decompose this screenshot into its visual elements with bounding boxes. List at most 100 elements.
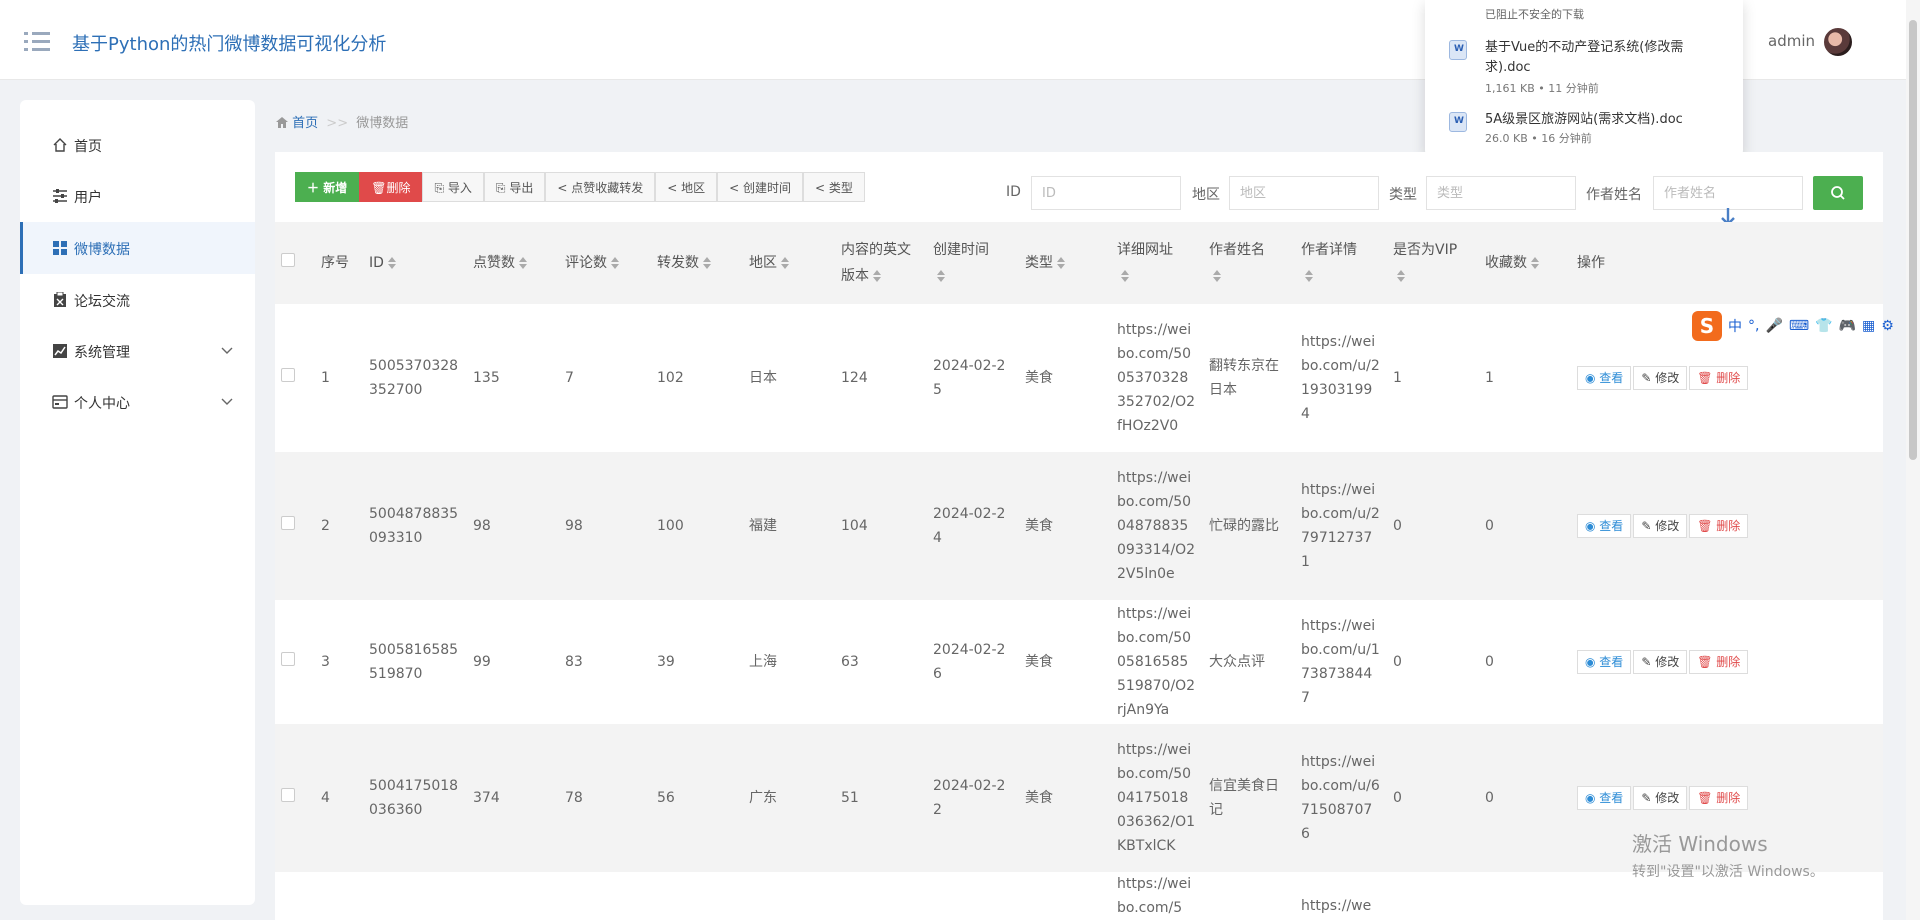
sogou-logo-icon[interactable]: S bbox=[1692, 311, 1722, 341]
column-header-likes[interactable]: 点赞数 bbox=[467, 222, 559, 304]
created-time-button[interactable]: < 创建时间 bbox=[717, 172, 803, 202]
cell-english: 104 bbox=[841, 518, 868, 534]
table-row: 1 5005370328352700 135 7 102 日本 124 2024… bbox=[275, 304, 1883, 452]
view-button[interactable]: ◉ 查看 bbox=[1577, 650, 1632, 674]
scrollbar-thumb[interactable] bbox=[1909, 20, 1917, 460]
sort-icon[interactable] bbox=[1531, 257, 1539, 269]
sort-icon[interactable] bbox=[1305, 270, 1313, 282]
sort-icon[interactable] bbox=[937, 270, 945, 282]
page-scrollbar[interactable] bbox=[1906, 0, 1920, 920]
column-header-author-detail[interactable]: 作者详情 bbox=[1295, 222, 1387, 304]
column-header-type[interactable]: 类型 bbox=[1019, 222, 1111, 304]
cell-author: 信宜美食日记 bbox=[1209, 778, 1279, 818]
column-header-favorites[interactable]: 收藏数 bbox=[1479, 222, 1571, 304]
delete-button[interactable]: 🗑删除 bbox=[359, 172, 423, 202]
microphone-icon[interactable]: 🎤 bbox=[1765, 318, 1782, 334]
share-icon: < bbox=[729, 181, 743, 195]
import-button[interactable]: ⎘ 导入 bbox=[422, 172, 484, 202]
cell-author-detail: https://weibo.com/u/2193031994 bbox=[1301, 334, 1380, 422]
download-meta: 1,161 KB • 11 分钟前 bbox=[1485, 82, 1599, 95]
sidebar-item-system[interactable]: 系统管理 bbox=[20, 327, 255, 375]
column-header-comments[interactable]: 评论数 bbox=[559, 222, 651, 304]
sort-icon[interactable] bbox=[387, 257, 396, 269]
settings-icon[interactable]: ⚙ bbox=[1881, 318, 1894, 334]
sort-icon[interactable] bbox=[1057, 257, 1065, 269]
sidebar-item-weibo-data[interactable]: 微博数据 bbox=[20, 222, 255, 274]
download-meta: 26.0 KB • 16 分钟前 bbox=[1485, 132, 1592, 145]
cell-url: https://weibo.com/5004878835093314/O22V5… bbox=[1117, 470, 1196, 582]
column-header-region[interactable]: 地区 bbox=[743, 222, 835, 304]
sidebar-item-users[interactable]: 用户 bbox=[20, 172, 255, 220]
row-checkbox[interactable] bbox=[281, 652, 295, 666]
home-icon bbox=[53, 138, 67, 152]
cell-actions: ◉ 查看 ✎ 修改 🗑 删除 bbox=[1571, 452, 1883, 600]
id-filter-input[interactable] bbox=[1031, 176, 1181, 210]
sort-icon[interactable] bbox=[1397, 270, 1405, 282]
export-button[interactable]: ⎘ 导出 bbox=[483, 172, 546, 202]
column-header-reposts[interactable]: 转发数 bbox=[651, 222, 743, 304]
delete-row-button[interactable]: 🗑 删除 bbox=[1689, 514, 1749, 538]
column-header-vip[interactable]: 是否为VIP bbox=[1387, 222, 1479, 304]
row-checkbox[interactable] bbox=[281, 788, 295, 802]
menu-toggle-icon[interactable] bbox=[24, 30, 50, 52]
sidebar-item-forum[interactable]: 论坛交流 bbox=[20, 276, 255, 324]
weibo-data-table: 序号 ID 点赞数 评论数 转发数 地区 内容的英文版本 创建时间 类型 详细网… bbox=[275, 222, 1883, 920]
cell-url: https://weibo.com/5 bbox=[1117, 876, 1192, 916]
sort-icon[interactable] bbox=[703, 257, 711, 269]
delete-row-button[interactable]: 🗑 删除 bbox=[1689, 650, 1749, 674]
shirt-icon[interactable]: 👕 bbox=[1815, 318, 1832, 334]
sort-icon[interactable] bbox=[1121, 270, 1129, 282]
edit-button[interactable]: ✎ 修改 bbox=[1633, 366, 1688, 390]
view-button[interactable]: ◉ 查看 bbox=[1577, 786, 1632, 810]
avatar[interactable] bbox=[1822, 26, 1854, 58]
type-filter-input[interactable] bbox=[1426, 176, 1576, 210]
ime-mode-label[interactable]: 中 bbox=[1728, 316, 1742, 336]
region-button[interactable]: < 地区 bbox=[655, 172, 718, 202]
gamepad-icon[interactable]: 🎮 bbox=[1839, 318, 1856, 334]
sort-icon[interactable] bbox=[611, 257, 619, 269]
sort-icon[interactable] bbox=[781, 257, 789, 269]
cell-comments: 78 bbox=[565, 790, 583, 806]
cell-vip: 0 bbox=[1393, 790, 1402, 806]
cell-seq: 4 bbox=[321, 790, 330, 806]
keyboard-icon[interactable]: ⌨ bbox=[1789, 318, 1809, 334]
edit-button[interactable]: ✎ 修改 bbox=[1633, 514, 1688, 538]
view-button[interactable]: ◉ 查看 bbox=[1577, 514, 1632, 538]
breadcrumb-home[interactable]: 首页 bbox=[276, 116, 322, 131]
edit-button[interactable]: ✎ 修改 bbox=[1633, 650, 1688, 674]
delete-row-button[interactable]: 🗑 删除 bbox=[1689, 366, 1749, 390]
sort-icon[interactable] bbox=[1213, 270, 1221, 282]
cell-author: 忙碌的露比 bbox=[1209, 518, 1279, 534]
search-button[interactable] bbox=[1813, 176, 1863, 210]
row-checkbox[interactable] bbox=[281, 368, 295, 382]
cell-id: 5005370328352700 bbox=[369, 358, 459, 398]
delete-row-button[interactable]: 🗑 删除 bbox=[1689, 786, 1749, 810]
edit-button[interactable]: ✎ 修改 bbox=[1633, 786, 1688, 810]
type-button[interactable]: < 类型 bbox=[803, 172, 865, 202]
sidebar-item-home[interactable]: 首页 bbox=[20, 121, 255, 169]
apps-grid-icon[interactable]: ▦ bbox=[1862, 318, 1875, 334]
cell-favorites: 0 bbox=[1485, 790, 1494, 806]
region-filter-input[interactable] bbox=[1229, 176, 1379, 210]
ime-punct-label[interactable]: °, bbox=[1748, 318, 1759, 334]
column-header-actions: 操作 bbox=[1577, 255, 1605, 271]
add-button[interactable]: ＋ 新增 bbox=[295, 172, 360, 202]
cell-region: 广东 bbox=[749, 790, 777, 806]
download-popup: 已阻止不安全的下载 基于Vue的不动产登记系统(修改需求).doc 1,161 … bbox=[1425, 0, 1743, 160]
sidebar-item-profile[interactable]: 个人中心 bbox=[20, 378, 255, 426]
column-header-created[interactable]: 创建时间 bbox=[927, 222, 1019, 304]
column-header-english[interactable]: 内容的英文版本 bbox=[835, 222, 927, 304]
cell-created: 2024-02-25 bbox=[933, 358, 1006, 398]
chevron-down-icon bbox=[221, 347, 233, 354]
chart-icon bbox=[53, 344, 67, 358]
select-all-checkbox[interactable] bbox=[281, 253, 295, 267]
view-button[interactable]: ◉ 查看 bbox=[1577, 366, 1632, 390]
column-header-url[interactable]: 详细网址 bbox=[1111, 222, 1203, 304]
like-fav-repost-button[interactable]: < 点赞收藏转发 bbox=[545, 172, 656, 202]
row-checkbox[interactable] bbox=[281, 516, 295, 530]
username-label[interactable]: admin bbox=[1768, 32, 1815, 50]
sort-icon[interactable] bbox=[519, 257, 527, 269]
sort-icon[interactable] bbox=[873, 270, 881, 282]
column-header-id[interactable]: ID bbox=[363, 222, 467, 304]
column-header-author[interactable]: 作者姓名 bbox=[1203, 222, 1295, 304]
